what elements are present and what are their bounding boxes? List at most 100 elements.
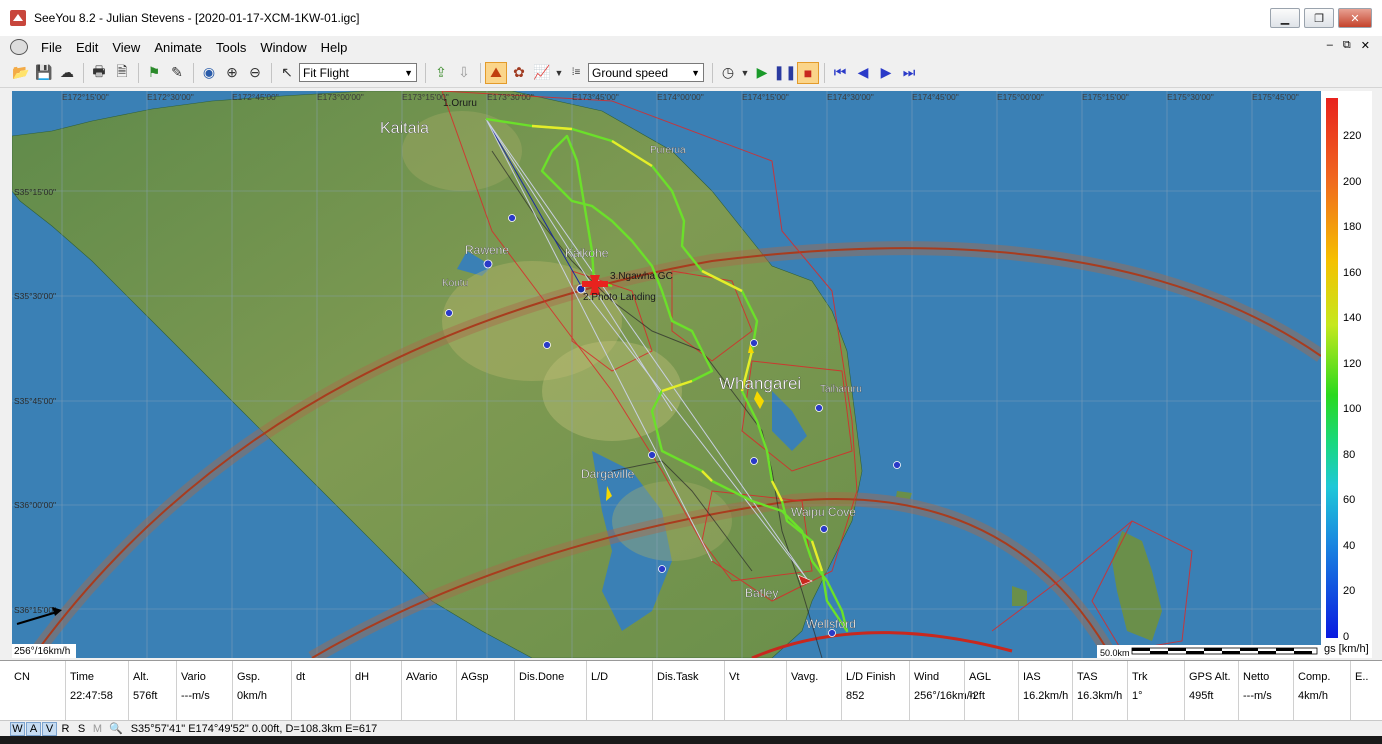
status-header: dH (355, 671, 370, 683)
task-flag-icon[interactable]: ⚑ (143, 62, 165, 84)
close-button[interactable]: ✕ (1338, 8, 1372, 28)
status-column: Vavg. (786, 661, 841, 721)
import-icon[interactable]: ⇩ (453, 62, 475, 84)
globe-icon[interactable]: ◉ (198, 62, 220, 84)
print-icon[interactable]: 🖶 (88, 62, 110, 84)
minimize-button[interactable]: ▁ (1270, 8, 1300, 28)
stop-icon[interactable]: ■ (797, 61, 819, 84)
restore-button[interactable]: ❐ (1304, 8, 1334, 28)
legend-tick: 200 (1343, 176, 1362, 188)
app-icon (10, 10, 26, 26)
status-column: AGL -2ft (964, 661, 1018, 721)
step-back-icon[interactable]: ◀ (852, 62, 874, 84)
mode-v-button[interactable]: V (42, 721, 57, 736)
lat-label: S35°15'00" (14, 187, 56, 197)
pause-icon[interactable]: ❚❚ (773, 62, 796, 84)
clock-icon[interactable]: ◷ (717, 62, 739, 84)
status-value: 852 (846, 690, 865, 702)
seeyou-window: SeeYou 8.2 - Julian Stevens - [2020-01-1… (0, 0, 1382, 744)
status-header: Trk (1132, 671, 1148, 683)
menu-file[interactable]: File (34, 40, 69, 55)
toolbar-separator (480, 62, 481, 83)
status-column: Wind 256°/16km/h (909, 661, 976, 721)
menu-help[interactable]: Help (314, 40, 355, 55)
status-column: IAS 16.2km/h (1018, 661, 1072, 721)
status-column: AVario (401, 661, 456, 721)
menu-animate[interactable]: Animate (147, 40, 209, 55)
chevron-down-icon[interactable]: ▼ (554, 62, 564, 84)
status-column: dt (291, 661, 350, 721)
status-header: Time (70, 671, 95, 683)
toolbar-separator (138, 62, 139, 83)
fit-select[interactable]: Fit Flight ▼ (299, 63, 417, 82)
status-value: 22:47:58 (70, 690, 113, 702)
status-column: E.. (1350, 661, 1382, 721)
status-header: Gsp. (237, 671, 261, 683)
color-gradient (1326, 98, 1338, 638)
status-value: 495ft (1189, 690, 1214, 702)
menu-edit[interactable]: Edit (69, 40, 105, 55)
mode-s-button[interactable]: S (74, 722, 89, 736)
barogram-icon[interactable]: 📈 (531, 62, 553, 84)
lon-label: E175°45'00" (1252, 92, 1299, 102)
place-waipu-cove: Waipu Cove (791, 505, 856, 519)
thermal-icon[interactable]: ✿ (508, 62, 530, 84)
lon-label: E173°30'00" (487, 92, 534, 102)
export-icon[interactable]: ⇪ (430, 62, 452, 84)
status-column: AGsp (456, 661, 514, 721)
legend-tick: 0 (1343, 631, 1350, 643)
mode-m-button[interactable]: M (90, 722, 105, 736)
document-icon[interactable] (10, 39, 28, 55)
status-value: ---m/s (1243, 690, 1272, 702)
status-header: E.. (1355, 671, 1369, 683)
mode-w-button[interactable]: W (10, 721, 25, 736)
map-canvas[interactable]: E172°15'00" E172°30'00" E172°45'00" E173… (12, 91, 1321, 658)
menu-tools[interactable]: Tools (209, 40, 253, 55)
color-by-select[interactable]: Ground speed ▼ (588, 63, 704, 82)
status-column: dH (350, 661, 401, 721)
pointer-help-icon[interactable]: ↖ (276, 62, 298, 84)
print-preview-icon[interactable]: 🗎 (111, 62, 133, 84)
skip-end-icon[interactable]: ⏭ (898, 62, 920, 84)
status-column: Comp. 4km/h (1293, 661, 1350, 721)
close-icon: ✕ (1350, 12, 1360, 25)
status-header: AGL (969, 671, 992, 683)
place-dargaville: Dargaville (581, 467, 635, 481)
status-column: Trk 1° (1127, 661, 1184, 721)
status-header: Dis.Done (519, 671, 565, 683)
mode-a-button[interactable]: A (26, 721, 41, 736)
menu-view[interactable]: View (105, 40, 147, 55)
cloud-icon[interactable]: ☁ (56, 62, 78, 84)
flight-path-icon[interactable]: ⛰ (485, 61, 507, 84)
legend-tick: 140 (1343, 312, 1362, 324)
save-icon[interactable]: 💾 (33, 62, 55, 84)
bottom-status-bar: W A V R S M 🔍 S35°57'41" E174°49'52" 0.0… (0, 720, 1382, 736)
mode-r-button[interactable]: R (58, 722, 73, 736)
optimize-icon[interactable]: ✎ (166, 62, 188, 84)
mdi-restore-icon[interactable]: ⧉ (1343, 39, 1351, 52)
lon-label: E173°00'00" (317, 92, 364, 102)
chevron-down-icon: ▼ (691, 68, 700, 78)
step-forward-icon[interactable]: ▶ (875, 62, 897, 84)
skip-start-icon[interactable]: ⏮ (829, 62, 851, 84)
zoom-in-icon[interactable]: ⊕ (221, 62, 243, 84)
status-header: Wind (914, 671, 940, 683)
lon-label: E175°30'00" (1167, 92, 1214, 102)
flight-map[interactable]: E172°15'00" E172°30'00" E172°45'00" E173… (12, 91, 1321, 658)
speed-color-legend: 220 200 180 160 140 120 100 80 60 40 20 … (1321, 91, 1372, 658)
play-icon[interactable]: ▶ (751, 62, 773, 84)
legend-icon[interactable]: ⁞≡ (565, 62, 587, 84)
mdi-minimize-icon[interactable]: ‒ (1327, 39, 1333, 52)
status-column: Netto ---m/s (1238, 661, 1293, 721)
chevron-down-icon[interactable]: ▼ (740, 62, 750, 84)
status-value: 16.2km/h (1023, 690, 1069, 702)
menu-window[interactable]: Window (253, 40, 313, 55)
status-column: TAS 16.3km/h (1072, 661, 1127, 721)
zoom-out-icon[interactable]: ⊖ (244, 62, 266, 84)
mdi-close-icon[interactable]: ✕ (1361, 39, 1370, 52)
wind-label: 256°/16km/h (14, 646, 70, 657)
status-column: Alt. 576ft (128, 661, 176, 721)
legend-unit: gs [km/h] (1324, 643, 1369, 655)
open-folder-icon[interactable]: 📂 (10, 62, 32, 84)
legend-tick: 120 (1343, 358, 1362, 370)
